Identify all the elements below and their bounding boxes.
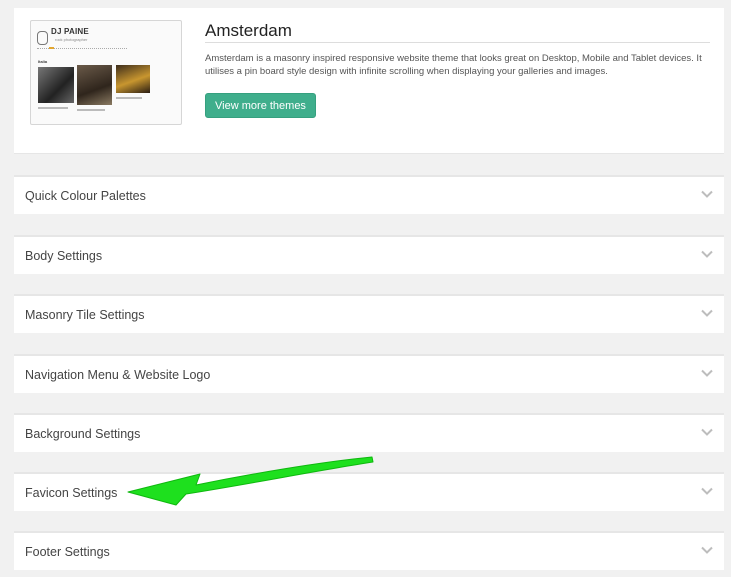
thumbnail-photo: [38, 67, 74, 103]
section-quick-colour-palettes[interactable]: Quick Colour Palettes: [14, 175, 724, 214]
chevron-down-icon: [701, 428, 713, 436]
theme-card: DJ PAINE rock photographer Italia Amster…: [14, 8, 724, 154]
section-label: Quick Colour Palettes: [25, 189, 146, 203]
chevron-down-icon: [701, 487, 713, 495]
section-background-settings[interactable]: Background Settings: [14, 413, 724, 452]
theme-title: Amsterdam: [205, 21, 292, 40]
chevron-down-icon: [701, 546, 713, 554]
theme-description: Amsterdam is a masonry inspired responsi…: [205, 53, 702, 77]
section-body-settings[interactable]: Body Settings: [14, 235, 724, 274]
thumbnail-caption-line: [77, 109, 105, 111]
section-label: Navigation Menu & Website Logo: [25, 368, 211, 382]
thumbnail-section-label: Italia: [38, 59, 48, 64]
section-label: Body Settings: [25, 249, 103, 263]
chevron-down-icon: [701, 250, 713, 258]
section-navigation-menu-website-logo[interactable]: Navigation Menu & Website Logo: [14, 354, 724, 393]
thumbnail-photo: [77, 65, 112, 105]
view-more-themes-button[interactable]: View more themes: [205, 93, 316, 118]
thumbnail-caption-line: [116, 97, 142, 99]
section-favicon-settings[interactable]: Favicon Settings: [14, 472, 724, 511]
skull-logo-icon: [37, 31, 48, 45]
title-divider: [205, 42, 710, 43]
thumbnail-logo-text: DJ PAINE: [51, 27, 89, 36]
section-label: Favicon Settings: [25, 486, 118, 500]
section-label: Background Settings: [25, 427, 141, 441]
thumbnail-nav-selected: [49, 47, 54, 49]
chevron-down-icon: [701, 309, 713, 317]
section-label: Masonry Tile Settings: [25, 308, 145, 322]
section-footer-settings[interactable]: Footer Settings: [14, 531, 724, 570]
thumbnail-tagline: rock photographer: [55, 37, 88, 42]
section-masonry-tile-settings[interactable]: Masonry Tile Settings: [14, 294, 724, 333]
chevron-down-icon: [701, 369, 713, 377]
theme-thumbnail[interactable]: DJ PAINE rock photographer Italia: [30, 20, 182, 125]
thumbnail-photo: [116, 65, 150, 93]
thumbnail-caption-line: [38, 107, 68, 109]
chevron-down-icon: [701, 190, 713, 198]
section-label: Footer Settings: [25, 545, 110, 559]
